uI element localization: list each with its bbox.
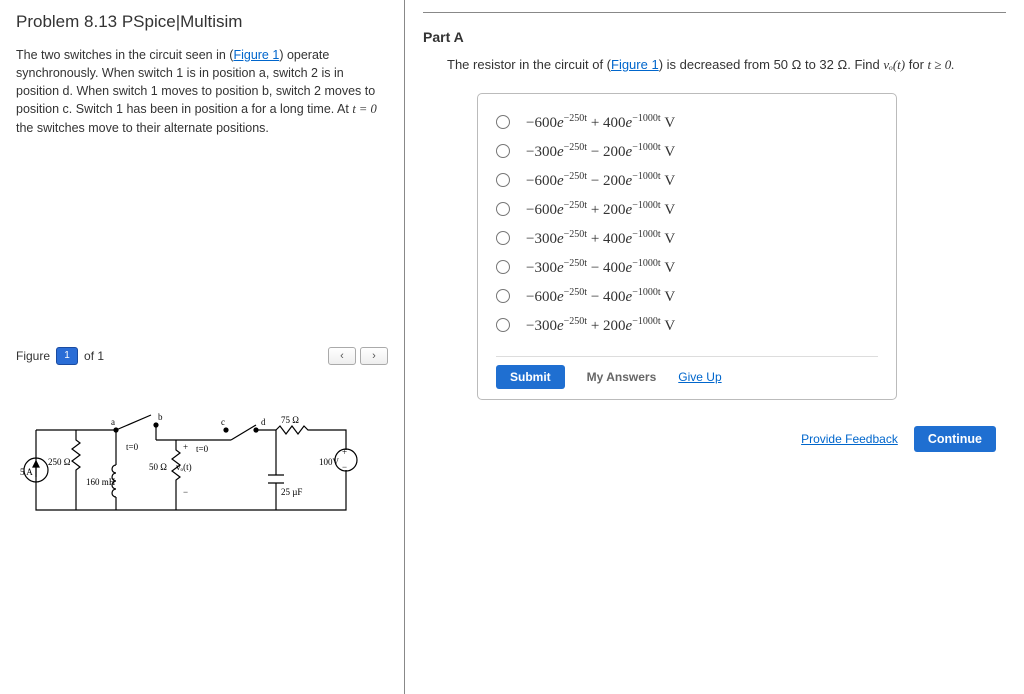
- option-expression: −600e−250t − 400e−1000t V: [526, 287, 675, 306]
- svg-text:−: −: [183, 487, 188, 497]
- svg-text:t=0: t=0: [196, 444, 209, 454]
- option-expression: −300e−250t + 400e−1000t V: [526, 229, 675, 248]
- svg-text:a: a: [111, 417, 115, 427]
- question-panel: Part A The resistor in the circuit of (F…: [405, 0, 1024, 694]
- figure-selector[interactable]: 1: [56, 347, 78, 365]
- svg-text:50 Ω: 50 Ω: [149, 462, 167, 472]
- figure-next-button[interactable]: ›: [360, 347, 388, 365]
- figure-link[interactable]: Figure 1: [611, 57, 659, 72]
- answer-options: −600e−250t + 400e−1000t V −300e−250t − 20…: [477, 93, 897, 400]
- option-radio[interactable]: [496, 115, 510, 129]
- answer-option[interactable]: −300e−250t − 400e−1000t V: [496, 253, 878, 282]
- answer-option[interactable]: −600e−250t + 400e−1000t V: [496, 108, 878, 137]
- option-expression: −300e−250t + 200e−1000t V: [526, 316, 675, 335]
- answer-option[interactable]: −600e−250t − 400e−1000t V: [496, 282, 878, 311]
- q-cond: t ≥ 0.: [928, 57, 955, 72]
- provide-feedback-link[interactable]: Provide Feedback: [801, 432, 898, 446]
- answer-option[interactable]: −600e−250t + 200e−1000t V: [496, 195, 878, 224]
- option-expression: −600e−250t + 200e−1000t V: [526, 200, 675, 219]
- desc-text: The two switches in the circuit seen in …: [16, 48, 233, 62]
- figure-label: Figure: [16, 349, 50, 363]
- my-answers-link[interactable]: My Answers: [587, 370, 657, 384]
- svg-text:160 mH: 160 mH: [86, 477, 116, 487]
- q-text: ) is decreased from 50 Ω to 32 Ω. Find: [659, 57, 884, 72]
- submit-button[interactable]: Submit: [496, 365, 565, 389]
- continue-button[interactable]: Continue: [914, 426, 996, 452]
- svg-text:d: d: [261, 417, 266, 427]
- figure-toolbar: Figure 1 of 1 ‹ ›: [16, 347, 388, 365]
- problem-title: Problem 8.13 PSpice|Multisim: [16, 12, 388, 32]
- option-radio[interactable]: [496, 231, 510, 245]
- part-question: The resistor in the circuit of (Figure 1…: [447, 55, 1006, 75]
- svg-text:250 Ω: 250 Ω: [48, 457, 71, 467]
- option-expression: −600e−250t + 400e−1000t V: [526, 113, 675, 132]
- divider: [423, 12, 1006, 13]
- bottom-actions: Provide Feedback Continue: [423, 426, 1006, 452]
- option-expression: −600e−250t − 200e−1000t V: [526, 171, 675, 190]
- q-text: for: [905, 57, 927, 72]
- svg-text:b: b: [158, 412, 163, 422]
- part-title: Part A: [423, 29, 1006, 45]
- problem-panel: Problem 8.13 PSpice|Multisim The two swi…: [0, 0, 405, 694]
- circuit-diagram: 5 A 250 Ω 160 mH 50 Ω vₒ(t) 75 Ω 25 µF 1…: [16, 395, 366, 525]
- svg-text:5 A: 5 A: [20, 467, 33, 477]
- option-expression: −300e−250t − 200e−1000t V: [526, 142, 675, 161]
- answer-option[interactable]: −300e−250t − 200e−1000t V: [496, 137, 878, 166]
- svg-text:t=0: t=0: [126, 442, 139, 452]
- svg-text:−: −: [342, 462, 347, 472]
- svg-text:100V: 100V: [319, 457, 340, 467]
- option-radio[interactable]: [496, 173, 510, 187]
- option-radio[interactable]: [496, 318, 510, 332]
- q-vo: vₒ(t): [883, 57, 905, 72]
- answer-option[interactable]: −600e−250t − 200e−1000t V: [496, 166, 878, 195]
- option-radio[interactable]: [496, 260, 510, 274]
- give-up-link[interactable]: Give Up: [678, 370, 721, 384]
- svg-text:+: +: [342, 447, 347, 457]
- svg-text:c: c: [221, 417, 225, 427]
- q-text: The resistor in the circuit of (: [447, 57, 611, 72]
- figure-of: of 1: [84, 349, 104, 363]
- actions-row: Submit My Answers Give Up: [496, 356, 878, 389]
- answer-option[interactable]: −300e−250t + 200e−1000t V: [496, 311, 878, 340]
- answer-option[interactable]: −300e−250t + 400e−1000t V: [496, 224, 878, 253]
- option-radio[interactable]: [496, 202, 510, 216]
- figure-link[interactable]: Figure 1: [233, 48, 279, 62]
- problem-description: The two switches in the circuit seen in …: [16, 46, 388, 137]
- option-radio[interactable]: [496, 144, 510, 158]
- figure-num: 1: [64, 350, 70, 361]
- svg-text:75 Ω: 75 Ω: [281, 415, 299, 425]
- figure-prev-button[interactable]: ‹: [328, 347, 356, 365]
- option-expression: −300e−250t − 400e−1000t V: [526, 258, 675, 277]
- option-radio[interactable]: [496, 289, 510, 303]
- desc-text: the switches move to their alternate pos…: [16, 121, 269, 135]
- svg-text:+: +: [183, 442, 188, 452]
- desc-t: t = 0: [352, 102, 376, 116]
- svg-text:vₒ(t): vₒ(t): [176, 462, 192, 472]
- svg-text:25 µF: 25 µF: [281, 487, 302, 497]
